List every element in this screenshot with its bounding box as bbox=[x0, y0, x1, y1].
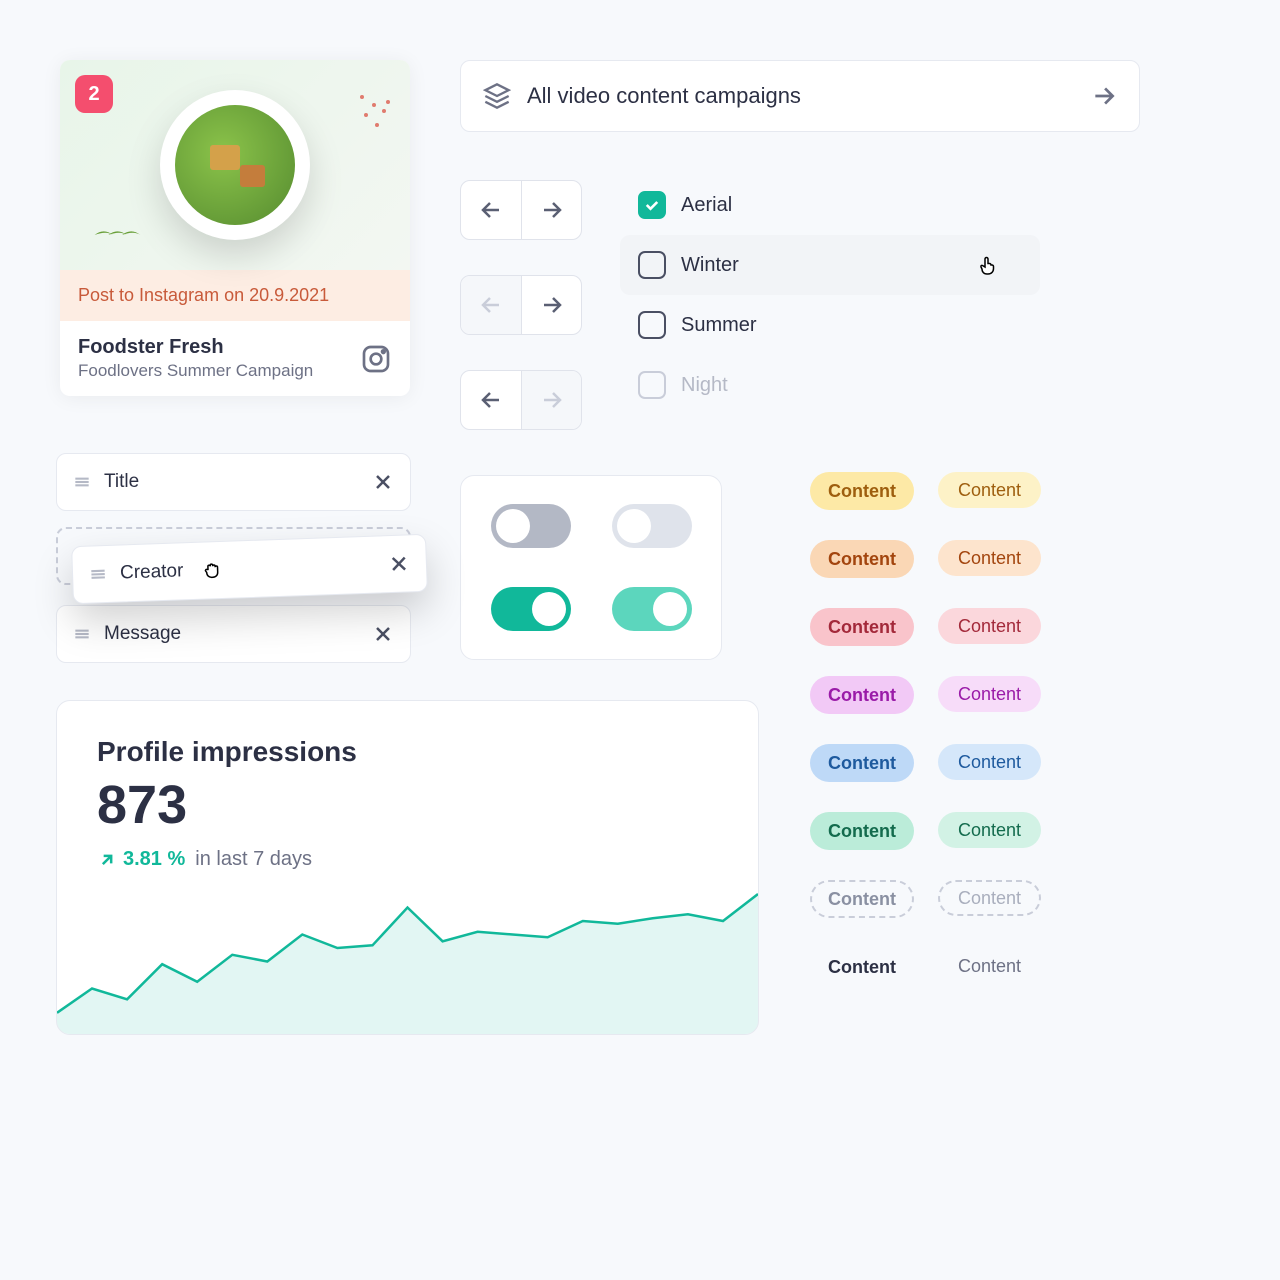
toggle-on-dark[interactable] bbox=[491, 587, 571, 631]
drag-item-title[interactable]: Title bbox=[56, 453, 411, 511]
post-title: Foodster Fresh bbox=[78, 336, 313, 359]
post-image: 2 bbox=[60, 60, 410, 270]
campaign-selector[interactable]: All video content campaigns bbox=[460, 60, 1140, 132]
drag-item-message[interactable]: Message bbox=[56, 605, 411, 663]
arrow-left-icon bbox=[479, 198, 503, 222]
toggle-on-light[interactable] bbox=[612, 587, 692, 631]
check-aerial[interactable]: Aerial bbox=[620, 175, 1040, 235]
cursor-grab-icon bbox=[201, 558, 226, 583]
drag-handle-icon[interactable] bbox=[72, 472, 92, 492]
post-schedule-banner: Post to Instagram on 20.9.2021 bbox=[60, 270, 410, 321]
food-photo bbox=[160, 90, 310, 240]
pill-blue-bold[interactable]: Content bbox=[810, 744, 914, 782]
checkbox-icon bbox=[638, 311, 666, 339]
count-badge: 2 bbox=[75, 75, 113, 113]
pill-plain-light[interactable]: Content bbox=[938, 948, 1041, 984]
check-label: Summer bbox=[681, 314, 757, 337]
drag-label: Creator bbox=[120, 560, 184, 584]
post-info: Foodster Fresh Foodlovers Summer Campaig… bbox=[60, 321, 410, 396]
prev-button[interactable] bbox=[461, 371, 521, 429]
campaign-label: All video content campaigns bbox=[527, 83, 801, 109]
arrow-left-icon bbox=[479, 388, 503, 412]
stat-card: Profile impressions 873 3.81 % in last 7… bbox=[56, 700, 759, 1035]
pager-next-disabled bbox=[460, 370, 582, 430]
pill-orange-light[interactable]: Content bbox=[938, 540, 1041, 576]
pager-prev-disabled bbox=[460, 275, 582, 335]
post-subtitle: Foodlovers Summer Campaign bbox=[78, 361, 313, 381]
prev-button bbox=[461, 276, 521, 334]
filter-checklist: Aerial Winter Summer Night bbox=[620, 175, 1040, 415]
stat-title: Profile impressions bbox=[97, 736, 718, 768]
check-summer[interactable]: Summer bbox=[620, 295, 1040, 355]
check-label: Night bbox=[681, 374, 728, 397]
checkbox-disabled-icon bbox=[638, 371, 666, 399]
check-night: Night bbox=[620, 355, 1040, 415]
pill-green-bold[interactable]: Content bbox=[810, 812, 914, 850]
arrow-right-icon bbox=[540, 293, 564, 317]
next-button bbox=[521, 371, 581, 429]
prev-button[interactable] bbox=[461, 181, 521, 239]
pill-green-light[interactable]: Content bbox=[938, 812, 1041, 848]
arrow-right-icon bbox=[540, 388, 564, 412]
stat-trend: 3.81 % bbox=[97, 848, 185, 871]
pill-purple-light[interactable]: Content bbox=[938, 676, 1041, 712]
pill-yellow-light[interactable]: Content bbox=[938, 472, 1041, 508]
pill-pink-light[interactable]: Content bbox=[938, 608, 1041, 644]
stat-meta: 3.81 % in last 7 days bbox=[97, 848, 718, 871]
pill-dashed-bold[interactable]: Content bbox=[810, 880, 914, 918]
arrow-left-icon bbox=[479, 293, 503, 317]
pill-samples: Content Content Content Content Content Conte… bbox=[810, 472, 1041, 986]
pager-default bbox=[460, 180, 582, 240]
toggle-off-light[interactable] bbox=[612, 504, 692, 548]
pill-blue-light[interactable]: Content bbox=[938, 744, 1041, 780]
pill-plain-bold[interactable]: Content bbox=[810, 948, 914, 986]
drag-handle-icon[interactable] bbox=[72, 624, 92, 644]
arrow-right-icon bbox=[1091, 83, 1117, 109]
drag-label: Title bbox=[104, 471, 139, 493]
drag-item-creator[interactable]: Creator bbox=[71, 534, 428, 604]
pill-purple-bold[interactable]: Content bbox=[810, 676, 914, 714]
stat-period: in last 7 days bbox=[195, 848, 312, 871]
checkbox-checked-icon bbox=[638, 191, 666, 219]
stat-value: 873 bbox=[97, 774, 718, 836]
cursor-hand-icon bbox=[976, 253, 1000, 277]
check-winter[interactable]: Winter bbox=[620, 235, 1040, 295]
instagram-icon bbox=[360, 343, 392, 375]
sparkline bbox=[57, 884, 758, 1034]
drag-handle-icon[interactable] bbox=[88, 564, 109, 585]
check-label: Winter bbox=[681, 254, 739, 277]
toggle-off-dark[interactable] bbox=[491, 504, 571, 548]
pill-orange-bold[interactable]: Content bbox=[810, 540, 914, 578]
close-icon[interactable] bbox=[371, 622, 395, 646]
next-button[interactable] bbox=[521, 181, 581, 239]
pill-yellow-bold[interactable]: Content bbox=[810, 472, 914, 510]
herb-icon bbox=[90, 225, 145, 245]
pill-dashed-light[interactable]: Content bbox=[938, 880, 1041, 916]
trend-up-icon bbox=[97, 850, 117, 870]
close-icon[interactable] bbox=[371, 470, 395, 494]
next-button[interactable] bbox=[521, 276, 581, 334]
toggle-panel bbox=[460, 475, 722, 660]
checkbox-icon bbox=[638, 251, 666, 279]
drag-label: Message bbox=[104, 623, 181, 645]
check-label: Aerial bbox=[681, 194, 732, 217]
arrow-right-icon bbox=[540, 198, 564, 222]
post-card[interactable]: 2 Post to Instagram on 20.9.2021 Foodste… bbox=[60, 60, 410, 396]
close-icon[interactable] bbox=[386, 551, 411, 576]
pill-pink-bold[interactable]: Content bbox=[810, 608, 914, 646]
layers-icon bbox=[483, 82, 511, 110]
